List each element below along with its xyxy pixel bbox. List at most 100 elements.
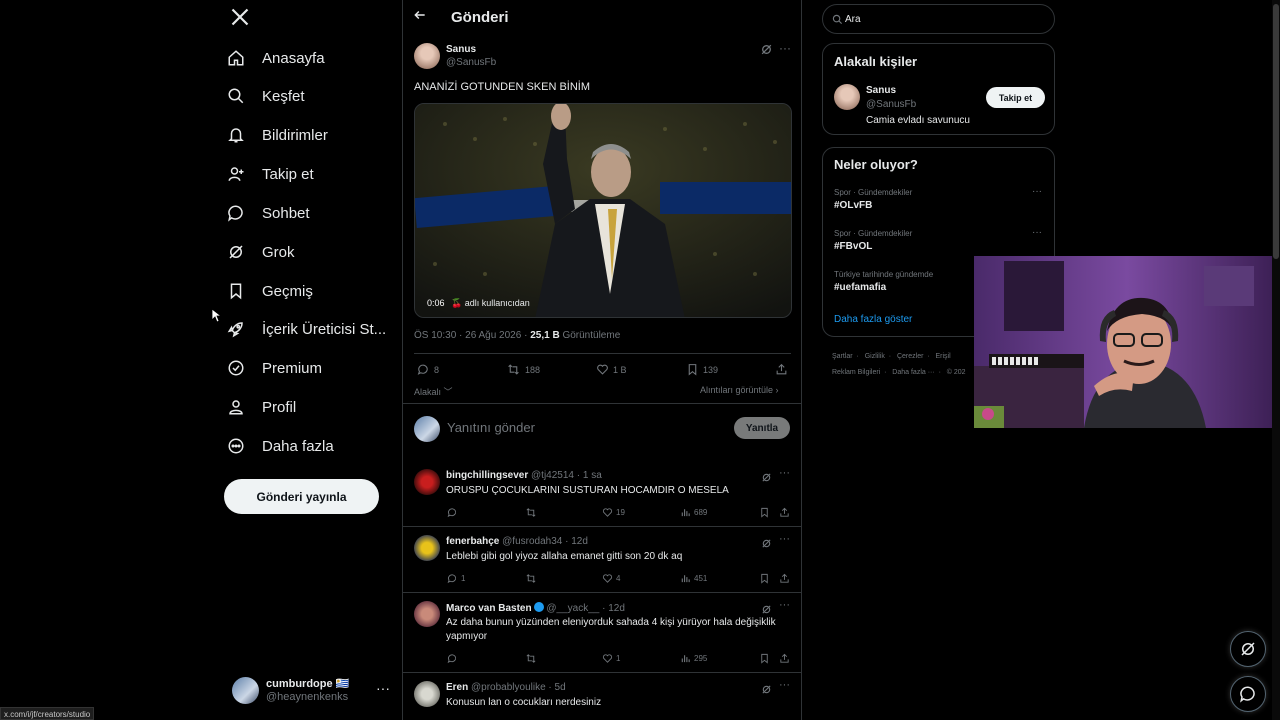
bookmark-action[interactable]: [759, 573, 773, 584]
nav-item-home[interactable]: Anasayfa: [224, 39, 404, 77]
more-horizontal-icon[interactable]: ···: [779, 679, 790, 691]
footer-link[interactable]: Gizlilik: [865, 353, 885, 360]
nav-item-bookmarks[interactable]: Geçmiş: [224, 272, 404, 310]
reply-action[interactable]: [447, 653, 461, 664]
avatar[interactable]: [834, 84, 860, 110]
share-action[interactable]: [779, 653, 793, 664]
reply-author-name[interactable]: bingchillingsever: [446, 470, 528, 481]
follow-button[interactable]: Takip et: [986, 87, 1045, 108]
footer-link[interactable]: Erişil: [936, 353, 951, 360]
nav-item-follow[interactable]: Takip et: [224, 155, 404, 193]
share-action[interactable]: [779, 507, 793, 518]
trend-item[interactable]: Spor · Gündemdekiler #FBvOL ···: [834, 227, 1044, 252]
chevron-down-icon: ﹀: [441, 387, 453, 397]
grok-icon[interactable]: [760, 43, 774, 57]
repost-action[interactable]: [525, 653, 540, 664]
post-button[interactable]: Gönderi yayınla: [224, 479, 379, 514]
nav-item-more[interactable]: Daha fazla: [224, 427, 404, 465]
reply-item[interactable]: bingchillingsever @tj42514 · 1 sa ··· OR…: [403, 461, 801, 527]
scrollbar-thumb[interactable]: [1273, 4, 1279, 259]
reply-sort-dropdown[interactable]: Alakalı ﹀: [414, 385, 453, 398]
footer-link[interactable]: Daha fazla ···: [892, 369, 934, 376]
like-action[interactable]: 19: [602, 507, 625, 518]
reply-author-handle[interactable]: @probablyoulike: [471, 682, 546, 693]
bookmark-action[interactable]: [759, 653, 773, 664]
avatar[interactable]: [414, 43, 440, 69]
reply-header: bingchillingsever @tj42514 · 1 sa: [446, 470, 602, 481]
more-horizontal-icon[interactable]: ···: [779, 467, 790, 479]
reply-item[interactable]: Eren @probablyoulike · 5d ··· Konusun la…: [403, 673, 801, 720]
x-logo-icon[interactable]: [230, 6, 254, 30]
bookmark-action[interactable]: [759, 507, 773, 518]
reply-author-handle[interactable]: @__yack__: [546, 603, 599, 614]
scrollbar[interactable]: [1272, 0, 1280, 720]
related-user-handle[interactable]: @SanusFb: [866, 99, 916, 110]
post-video[interactable]: 0:06 🍒 adlı kullanıcıdan: [414, 103, 792, 318]
nav-item-premium[interactable]: Premium: [224, 349, 404, 387]
avatar[interactable]: [414, 469, 440, 495]
reply-author-name[interactable]: Marco van Basten: [446, 603, 532, 614]
like-action[interactable]: 4: [602, 573, 620, 584]
post-time[interactable]: ÖS 10:30 · 26 Ağu 2026 ·: [414, 330, 530, 341]
views-action[interactable]: 295: [680, 653, 707, 664]
nav-item-explore[interactable]: Keşfet: [224, 77, 404, 115]
share-action[interactable]: [775, 363, 792, 376]
like-action[interactable]: 1: [602, 653, 620, 664]
search-input[interactable]: Ara: [822, 4, 1055, 34]
repost-action[interactable]: [525, 507, 540, 518]
more-horizontal-icon[interactable]: ···: [779, 533, 790, 545]
video-attribution[interactable]: 🍒 adlı kullanıcıdan: [451, 298, 530, 309]
reply-author-name[interactable]: Eren: [446, 682, 468, 693]
reply-action[interactable]: 1: [447, 573, 465, 584]
reply-time[interactable]: 1 sa: [583, 470, 602, 481]
more-horizontal-icon[interactable]: ···: [1032, 186, 1042, 197]
footer-link[interactable]: Çerezler: [897, 353, 923, 360]
reply-action[interactable]: [447, 507, 461, 518]
avatar[interactable]: [414, 681, 440, 707]
view-quotes-link[interactable]: Alıntıları görüntüle ›: [700, 385, 779, 395]
repost-action[interactable]: 188: [506, 363, 540, 376]
reply-item[interactable]: fenerbahçe @fusrodah34 · 12d ··· Leblebi…: [403, 527, 801, 593]
nav-item-grok[interactable]: Grok: [224, 233, 404, 271]
views-action[interactable]: 451: [680, 573, 707, 584]
avatar[interactable]: [414, 601, 440, 627]
trend-item[interactable]: Spor · Gündemdekiler #OLvFB ···: [834, 186, 1044, 211]
reply-author-name[interactable]: fenerbahçe: [446, 536, 499, 547]
reply-time[interactable]: 12d: [608, 603, 625, 614]
more-horizontal-icon[interactable]: ···: [376, 680, 390, 696]
reply-time[interactable]: 5d: [555, 682, 566, 693]
reply-time[interactable]: 12d: [571, 536, 588, 547]
account-handle: @heaynenkenks: [266, 691, 349, 703]
grok-floating-button[interactable]: [1230, 631, 1266, 667]
show-more-link[interactable]: Daha fazla göster: [834, 314, 912, 325]
more-horizontal-icon[interactable]: ···: [1032, 227, 1042, 238]
bookmark-action[interactable]: 139: [686, 363, 718, 376]
nav-item-chat[interactable]: Sohbet: [224, 194, 404, 232]
back-arrow-icon[interactable]: [413, 8, 427, 27]
related-user-name[interactable]: Sanus: [866, 85, 896, 96]
views-action[interactable]: 689: [680, 507, 707, 518]
reply-button[interactable]: Yanıtla: [734, 417, 790, 439]
nav-item-profile[interactable]: Profil: [224, 388, 404, 426]
messages-floating-button[interactable]: [1230, 676, 1266, 712]
footer-link[interactable]: Şartlar: [832, 353, 853, 360]
post-author-handle[interactable]: @SanusFb: [446, 57, 496, 68]
reply-action[interactable]: 8: [417, 363, 439, 376]
account-switcher[interactable]: cumburdope 🇺🇾 @heaynenkenks ···: [230, 674, 392, 708]
reply-input[interactable]: Yanıtını gönder: [447, 420, 535, 435]
reply-item[interactable]: Marco van Basten @__yack__ · 12d ··· Az …: [403, 593, 801, 673]
nav-item-notifications[interactable]: Bildirimler: [224, 116, 404, 154]
nav-item-creator-studio[interactable]: İçerik Üreticisi St...: [224, 310, 404, 348]
more-horizontal-icon[interactable]: ···: [779, 41, 791, 55]
reply-author-handle[interactable]: @fusrodah34: [502, 536, 562, 547]
more-horizontal-icon[interactable]: ···: [779, 599, 790, 611]
avatar[interactable]: [414, 535, 440, 561]
like-count: 4: [616, 574, 621, 583]
repost-action[interactable]: [525, 573, 540, 584]
footer-link[interactable]: Reklam Bilgileri: [832, 369, 880, 376]
post-author-name[interactable]: Sanus: [446, 44, 476, 55]
reply-sort-label: Alakalı: [414, 387, 442, 397]
like-action[interactable]: 1 B: [596, 363, 627, 376]
reply-author-handle[interactable]: @tj42514: [531, 470, 574, 481]
share-action[interactable]: [779, 573, 793, 584]
